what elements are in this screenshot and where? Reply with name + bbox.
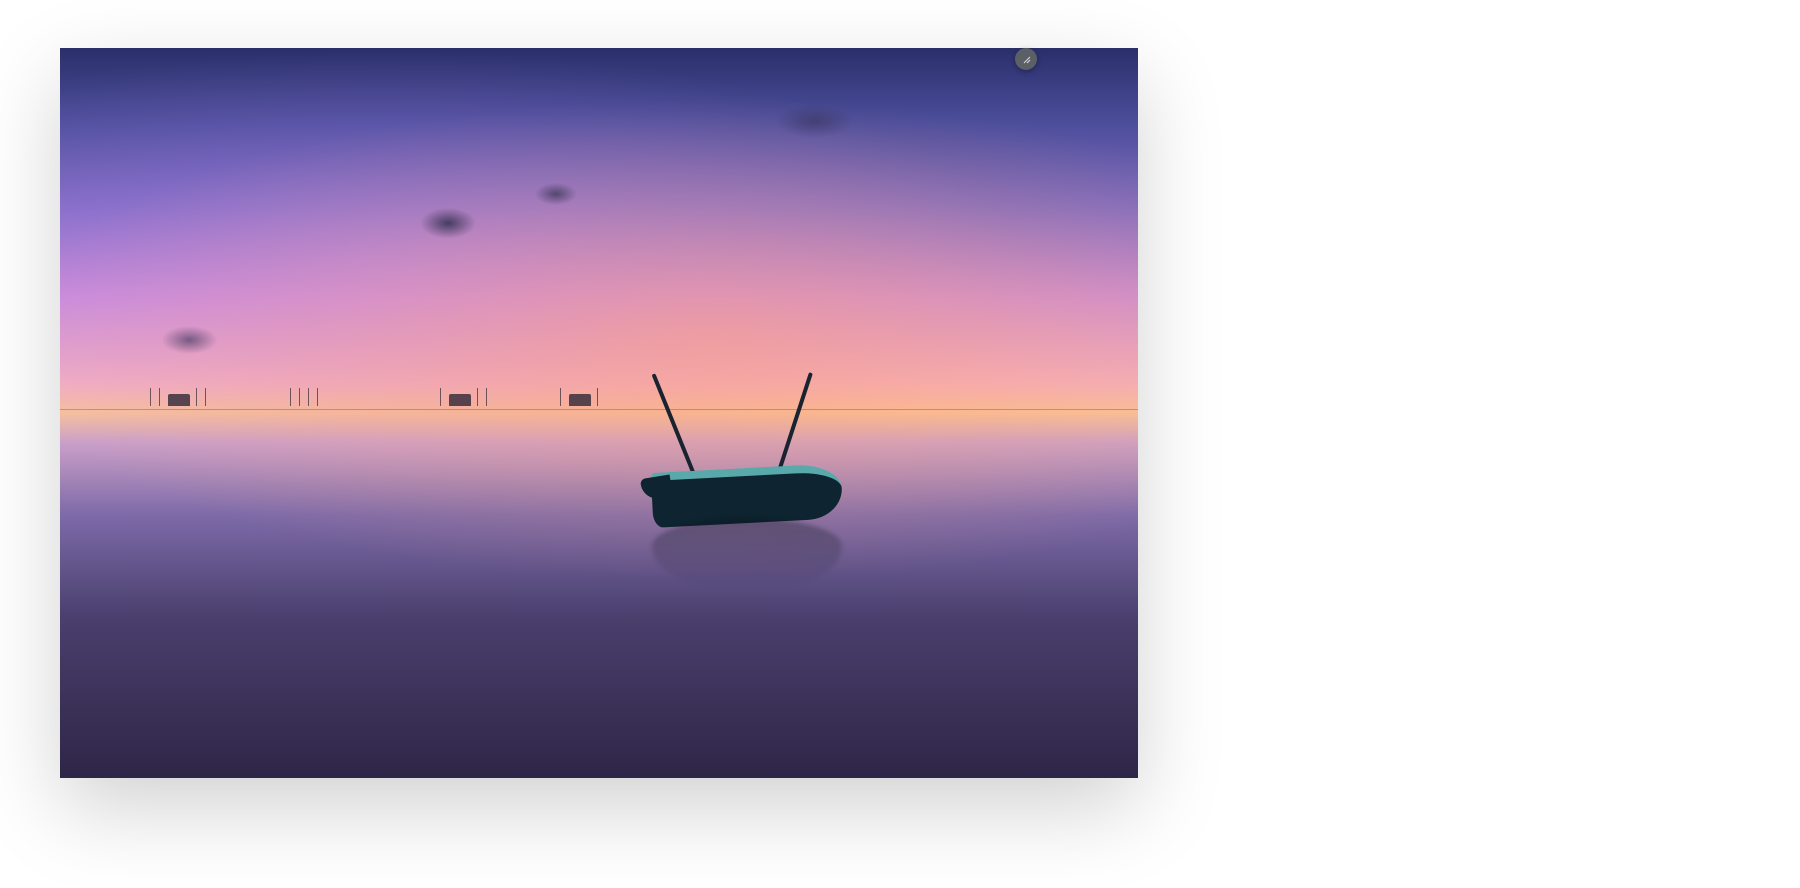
stilt-house — [560, 387, 606, 411]
resize-handle[interactable] — [1015, 48, 1037, 70]
preview-canvas — [60, 48, 1138, 778]
stilt-house — [150, 387, 214, 411]
boat-illustration — [642, 428, 862, 548]
stilt-house — [290, 387, 326, 411]
stilt-house — [440, 387, 495, 411]
